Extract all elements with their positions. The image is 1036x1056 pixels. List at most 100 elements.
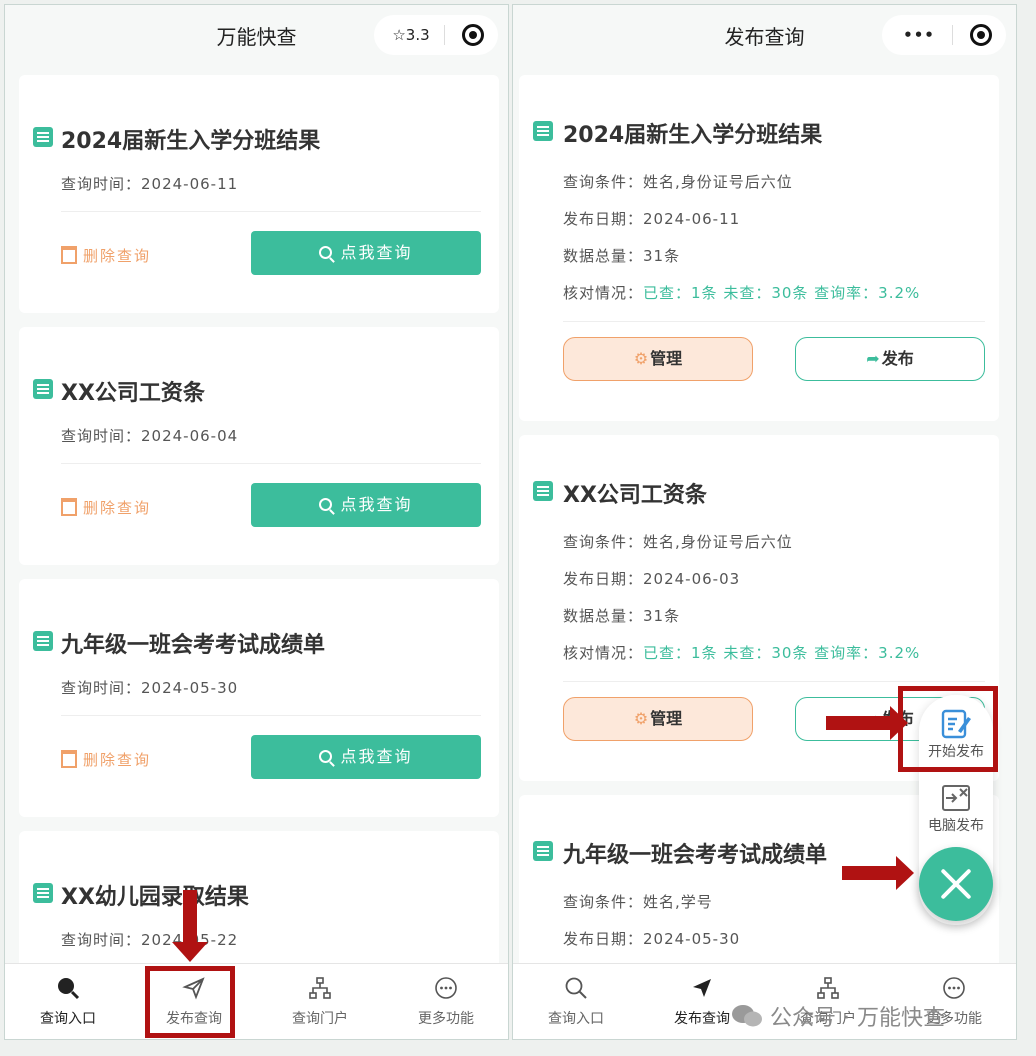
query-button[interactable]: 点我查询	[251, 735, 481, 779]
publish-card: 2024届新生入学分班结果 查询条件：姓名,身份证号后六位 发布日期：2024-…	[519, 75, 999, 421]
delete-label: 删除查询	[83, 247, 152, 265]
document-icon	[33, 379, 53, 399]
tab-more-functions[interactable]: 更多功能	[383, 964, 508, 1039]
down-arrow-annotation	[172, 890, 208, 962]
pc-publish-button[interactable]: 电脑发布	[919, 781, 993, 835]
document-icon	[533, 481, 553, 501]
close-fab-button[interactable]	[919, 847, 993, 921]
manage-button[interactable]: ⚙ 管理	[563, 337, 753, 381]
capsule-divider	[444, 25, 445, 45]
divider	[61, 463, 481, 464]
right-screen: 发布查询 ••• 2024届新生入学分班结果 查询条件：姓名,身份证号后六位 发…	[512, 4, 1017, 1040]
query-time: 查询时间：2024-06-04	[61, 427, 239, 445]
query-conditions: 查询条件：姓名,身份证号后六位	[563, 533, 793, 551]
share-arrow-icon: ➦	[866, 349, 880, 368]
document-icon	[33, 883, 53, 903]
close-target-icon[interactable]	[462, 24, 484, 46]
publish-date: 发布日期：2024-06-11	[563, 210, 741, 228]
more-icon	[942, 976, 966, 1000]
divider	[563, 321, 985, 322]
publish-label: 发布	[881, 349, 914, 368]
delete-query-button[interactable]: 删除查询	[61, 245, 151, 266]
card-title: 九年级一班会考考试成绩单	[61, 633, 326, 658]
query-time: 查询时间：2024-06-11	[61, 175, 239, 193]
divider	[61, 211, 481, 212]
check-status-label: 核对情况：	[563, 644, 644, 662]
query-label: 点我查询	[340, 495, 413, 514]
check-status-label: 核对情况：	[563, 284, 644, 302]
query-time: 查询时间：2024-05-22	[61, 931, 239, 949]
query-card: 九年级一班会考考试成绩单 查询时间：2024-05-30 删除查询 点我查询	[19, 579, 499, 817]
check-status: 核对情况：已查：1条 未查：30条 查询率：3.2%	[563, 642, 920, 663]
paper-plane-icon	[690, 976, 714, 1000]
check-status-value: 已查：1条 未查：30条 查询率：3.2%	[643, 284, 921, 302]
left-screen: 万能快查 ☆3.3 2024届新生入学分班结果 查询时间：2024-06-11 …	[4, 4, 509, 1040]
divider	[61, 715, 481, 716]
delete-query-button[interactable]: 删除查询	[61, 749, 151, 770]
publish-button[interactable]: ➦发布	[795, 337, 985, 381]
sitemap-icon	[308, 976, 332, 1000]
query-time: 查询时间：2024-05-30	[61, 679, 239, 697]
pc-upload-icon	[940, 781, 972, 815]
rating-button[interactable]: ☆3.3	[382, 15, 440, 55]
divider	[563, 681, 985, 682]
search-icon	[319, 750, 333, 763]
check-status: 核对情况：已查：1条 未查：30条 查询率：3.2%	[563, 282, 920, 303]
mini-program-capsule: •••	[882, 15, 1006, 55]
search-icon	[319, 498, 333, 511]
manage-label: 管理	[650, 709, 683, 728]
document-icon	[533, 841, 553, 861]
delete-query-button[interactable]: 删除查询	[61, 497, 151, 518]
nav-bar: 万能快查 ☆3.3	[5, 5, 508, 63]
capsule-divider	[952, 25, 953, 45]
highlight-box	[898, 686, 998, 772]
sitemap-icon	[816, 976, 840, 1000]
trash-icon	[61, 750, 77, 768]
query-conditions: 查询条件：姓名,学号	[563, 893, 713, 911]
tab-query-entry[interactable]: 查询入口	[5, 964, 131, 1039]
card-title: 九年级一班会考考试成绩单	[563, 843, 828, 868]
gear-icon: ⚙	[633, 709, 649, 728]
query-card: 2024届新生入学分班结果 查询时间：2024-06-11 删除查询 点我查询	[19, 75, 499, 313]
highlight-box	[145, 966, 235, 1038]
document-icon	[533, 121, 553, 141]
data-total: 数据总量：31条	[563, 607, 681, 625]
tab-label: 查询门户	[292, 1011, 348, 1027]
gear-icon: ⚙	[633, 349, 649, 368]
delete-label: 删除查询	[83, 499, 152, 517]
data-total: 数据总量：31条	[563, 247, 681, 265]
card-title: 2024届新生入学分班结果	[61, 129, 321, 154]
manage-button[interactable]: ⚙ 管理	[563, 697, 753, 741]
tab-label: 查询入口	[548, 1011, 604, 1027]
check-status-value: 已查：1条 未查：30条 查询率：3.2%	[643, 644, 921, 662]
tab-label: 查询入口	[40, 1011, 96, 1027]
query-button[interactable]: 点我查询	[251, 483, 481, 527]
trash-icon	[61, 246, 77, 264]
card-title: 2024届新生入学分班结果	[563, 123, 823, 148]
delete-label: 删除查询	[83, 751, 152, 769]
pc-publish-label: 电脑发布	[928, 818, 984, 834]
document-icon	[33, 631, 53, 651]
card-title: XX公司工资条	[563, 483, 707, 508]
card-title: XX公司工资条	[61, 381, 205, 406]
query-card: XX幼儿园录取结果 查询时间：2024-05-22	[19, 831, 499, 971]
more-icon	[434, 976, 458, 1000]
search-icon	[564, 976, 588, 1000]
watermark: 公众号 · 万能快查	[730, 1000, 945, 1032]
close-target-icon[interactable]	[970, 24, 992, 46]
query-button[interactable]: 点我查询	[251, 231, 481, 275]
tab-query-portal[interactable]: 查询门户	[257, 964, 383, 1039]
more-dots-button[interactable]: •••	[890, 15, 948, 55]
query-card: XX公司工资条 查询时间：2024-06-04 删除查询 点我查询	[19, 327, 499, 565]
tab-bar: 查询入口 发布查询 查询门户 更多功能	[5, 963, 508, 1039]
right-arrow-annotation	[826, 706, 908, 740]
search-icon	[56, 976, 80, 1000]
watermark-text: 公众号 · 万能快查	[770, 1006, 945, 1031]
tab-query-entry[interactable]: 查询入口	[513, 964, 639, 1039]
card-title: XX幼儿园录取结果	[61, 885, 249, 910]
right-arrow-annotation	[842, 856, 914, 890]
tab-label: 更多功能	[418, 1011, 474, 1027]
publish-date: 发布日期：2024-06-03	[563, 570, 741, 588]
manage-label: 管理	[650, 349, 683, 368]
document-icon	[33, 127, 53, 147]
